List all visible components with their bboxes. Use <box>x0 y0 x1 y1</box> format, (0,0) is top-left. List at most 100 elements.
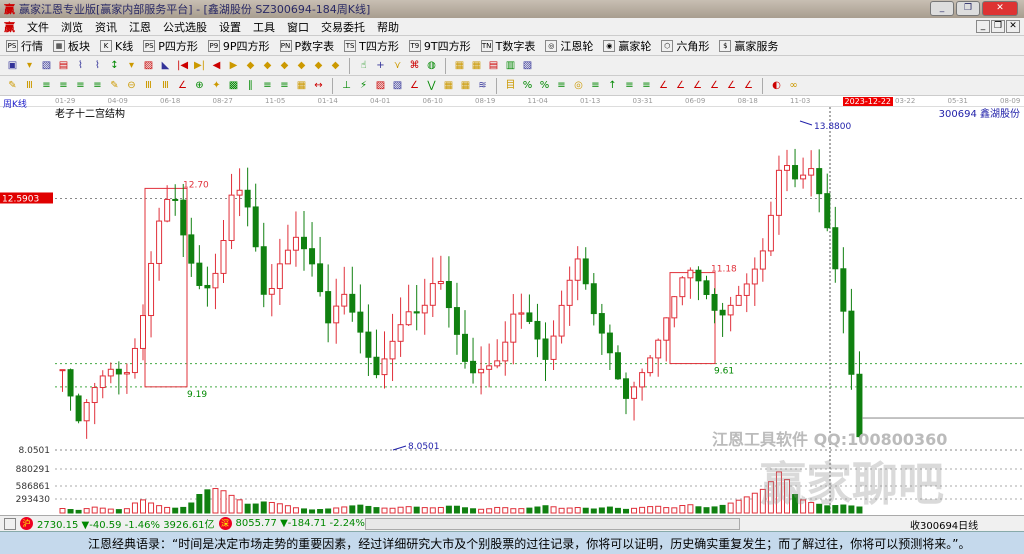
tool-icon[interactable]: ↑ <box>606 79 619 92</box>
toolbar-button-12[interactable]: $ 赢家服务 <box>719 38 778 54</box>
tool-icon[interactable]: ⌇ <box>91 59 104 72</box>
menu-item-2[interactable]: 资讯 <box>95 19 117 35</box>
tool-icon[interactable]: Ⅲ <box>159 79 172 92</box>
tool-icon[interactable]: ⋁ <box>425 79 438 92</box>
tool-icon[interactable]: ▶ <box>227 59 240 72</box>
tool-icon[interactable]: ≡ <box>91 79 104 92</box>
tool-icon[interactable]: ✎ <box>108 79 121 92</box>
tool-icon[interactable]: ∠ <box>408 79 421 92</box>
tool-icon[interactable]: ▦ <box>295 79 308 92</box>
menu-item-8[interactable]: 交易委托 <box>321 19 365 35</box>
tool-icon[interactable]: ∠ <box>725 79 738 92</box>
toolbar-button-6[interactable]: TS T四方形 <box>344 38 399 54</box>
calculator-icon[interactable] <box>4 517 16 530</box>
tool-icon[interactable]: ⌘ <box>408 59 421 72</box>
tool-icon[interactable]: ▧ <box>521 59 534 72</box>
tool-icon[interactable]: ≡ <box>57 79 70 92</box>
menu-item-3[interactable]: 江恩 <box>129 19 151 35</box>
tool-icon[interactable]: ⊕ <box>193 79 206 92</box>
tool-icon[interactable]: ◀ <box>210 59 223 72</box>
tool-icon[interactable]: ↕ <box>108 59 121 72</box>
menu-item-5[interactable]: 设置 <box>219 19 241 35</box>
tool-icon[interactable]: ▨ <box>374 79 387 92</box>
close-button[interactable]: ✕ <box>982 1 1018 16</box>
toolbar-button-10[interactable]: ◉ 赢家轮 <box>603 38 651 54</box>
tool-icon[interactable]: ≡ <box>278 79 291 92</box>
tool-icon[interactable]: ⊥ <box>340 79 353 92</box>
tool-icon[interactable]: ◆ <box>278 59 291 72</box>
tool-icon[interactable]: ∠ <box>708 79 721 92</box>
tool-icon[interactable]: ▨ <box>142 59 155 72</box>
child-restore-button[interactable]: ❐ <box>991 20 1005 33</box>
tool-icon[interactable]: ⊖ <box>125 79 138 92</box>
tool-icon[interactable]: ≡ <box>74 79 87 92</box>
tool-icon[interactable]: ◆ <box>295 59 308 72</box>
restore-button[interactable]: ❐ <box>956 1 980 16</box>
minimize-button[interactable]: _ <box>930 1 954 16</box>
tool-icon[interactable]: ≡ <box>589 79 602 92</box>
tool-icon[interactable]: ▾ <box>125 59 138 72</box>
tool-icon[interactable]: ☝ <box>357 59 370 72</box>
tool-icon[interactable]: ≡ <box>40 79 53 92</box>
menu-item-4[interactable]: 公式选股 <box>163 19 207 35</box>
tool-icon[interactable]: ◆ <box>312 59 325 72</box>
tool-icon[interactable]: ∠ <box>176 79 189 92</box>
toolbar-button-4[interactable]: P9 9P四方形 <box>207 38 270 54</box>
horizontal-scrollbar[interactable] <box>365 518 740 530</box>
tool-icon[interactable]: ▧ <box>391 79 404 92</box>
toolbar-button-3[interactable]: PS P四方形 <box>143 38 198 54</box>
tool-icon[interactable]: + <box>374 59 387 72</box>
menu-item-0[interactable]: 文件 <box>27 19 49 35</box>
tool-icon[interactable]: ≡ <box>640 79 653 92</box>
toolbar-button-0[interactable]: PS 行情 <box>6 38 43 54</box>
tool-icon[interactable]: ◆ <box>261 59 274 72</box>
tool-icon[interactable]: ◎ <box>572 79 585 92</box>
tool-icon[interactable]: ▦ <box>453 59 466 72</box>
toolbar-button-1[interactable]: ▦ 板块 <box>53 38 90 54</box>
child-minimize-button[interactable]: _ <box>976 20 990 33</box>
tool-icon[interactable]: ∠ <box>674 79 687 92</box>
toolbar-button-5[interactable]: PN P数字表 <box>279 38 334 54</box>
tool-icon[interactable]: ⋎ <box>391 59 404 72</box>
tool-icon[interactable]: ∥ <box>244 79 257 92</box>
tool-icon[interactable]: ◍ <box>425 59 438 72</box>
tool-icon[interactable]: ▩ <box>227 79 240 92</box>
toolbar-button-11[interactable]: ⬡ 六角形 <box>661 38 709 54</box>
menu-item-1[interactable]: 浏览 <box>61 19 83 35</box>
tool-icon[interactable]: ∞ <box>787 79 800 92</box>
tool-icon[interactable]: ⌇ <box>74 59 87 72</box>
tool-icon[interactable]: % <box>521 79 534 92</box>
tool-icon[interactable]: Ⅲ <box>23 79 36 92</box>
tool-icon[interactable]: ◣ <box>159 59 172 72</box>
tool-icon[interactable]: ▤ <box>487 59 500 72</box>
menu-item-7[interactable]: 窗口 <box>287 19 309 35</box>
tool-icon[interactable]: ▥ <box>504 59 517 72</box>
tool-icon[interactable]: ▦ <box>470 59 483 72</box>
tool-icon[interactable]: Ⅲ <box>142 79 155 92</box>
menu-item-9[interactable]: 帮助 <box>377 19 399 35</box>
toolbar-button-2[interactable]: K K线 <box>100 38 133 54</box>
shanghai-index[interactable]: 2730.15 ▼-40.59 -1.46% 3926.61亿 <box>37 516 215 531</box>
tool-icon[interactable]: ▧ <box>40 59 53 72</box>
tool-icon[interactable]: ▦ <box>459 79 472 92</box>
tool-icon[interactable]: ◐ <box>770 79 783 92</box>
tool-icon[interactable]: ≡ <box>261 79 274 92</box>
tool-icon[interactable]: ▦ <box>442 79 455 92</box>
toolbar-button-7[interactable]: T9 9T四方形 <box>408 38 471 54</box>
tool-icon[interactable]: ◆ <box>329 59 342 72</box>
tool-icon[interactable]: % <box>538 79 551 92</box>
tool-icon[interactable]: ≡ <box>555 79 568 92</box>
tool-icon[interactable]: ≡ <box>623 79 636 92</box>
tool-icon[interactable]: 目 <box>504 79 517 92</box>
child-close-button[interactable]: ✕ <box>1006 20 1020 33</box>
tool-icon[interactable]: ∠ <box>657 79 670 92</box>
tool-icon[interactable]: ▤ <box>57 59 70 72</box>
tool-icon[interactable]: ✎ <box>6 79 19 92</box>
toolbar-button-8[interactable]: TN T数字表 <box>480 38 535 54</box>
toolbar-button-9[interactable]: ◎ 江恩轮 <box>545 38 593 54</box>
tool-icon[interactable]: ▣ <box>6 59 19 72</box>
tool-icon[interactable]: ▾ <box>23 59 36 72</box>
menu-item-6[interactable]: 工具 <box>253 19 275 35</box>
tool-icon[interactable]: ∠ <box>691 79 704 92</box>
tool-icon[interactable]: ◆ <box>244 59 257 72</box>
